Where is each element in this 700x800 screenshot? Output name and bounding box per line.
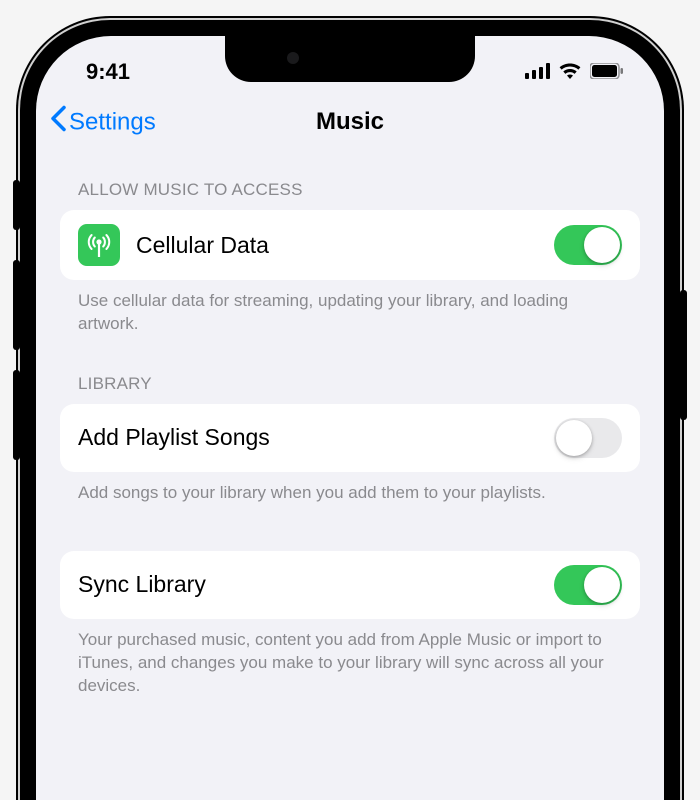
cellular-data-row[interactable]: Cellular Data [60, 210, 640, 280]
add-playlist-songs-toggle[interactable] [554, 418, 622, 458]
phone-side-button [13, 260, 20, 350]
section-footer-add-playlist: Add songs to your library when you add t… [60, 472, 640, 529]
nav-bar: Settings Music [36, 94, 664, 150]
notch [225, 36, 475, 82]
add-playlist-songs-label: Add Playlist Songs [78, 424, 554, 451]
sync-library-label: Sync Library [78, 571, 554, 598]
section-footer-sync-library: Your purchased music, content you add fr… [60, 619, 640, 722]
back-label: Settings [69, 108, 156, 136]
section-footer-access: Use cellular data for streaming, updatin… [60, 280, 640, 360]
section-header-library: LIBRARY [60, 360, 640, 404]
section-header-access: ALLOW MUSIC TO ACCESS [60, 166, 640, 210]
cellular-signal-icon [525, 59, 550, 85]
status-time: 9:41 [86, 59, 130, 85]
battery-icon [590, 59, 624, 85]
chevron-left-icon [50, 106, 67, 139]
phone-side-button [680, 290, 687, 420]
phone-side-button [13, 370, 20, 460]
add-playlist-songs-row[interactable]: Add Playlist Songs [60, 404, 640, 472]
phone-frame: 9:41 Set [20, 20, 680, 800]
cellular-data-label: Cellular Data [136, 232, 554, 259]
back-button[interactable]: Settings [50, 106, 156, 139]
page-title: Music [316, 108, 384, 136]
cellular-antenna-icon [78, 224, 120, 266]
cellular-data-toggle[interactable] [554, 225, 622, 265]
sync-library-row[interactable]: Sync Library [60, 551, 640, 619]
wifi-icon [558, 59, 582, 85]
phone-side-button [13, 180, 20, 230]
screen: 9:41 Set [36, 36, 664, 800]
sync-library-toggle[interactable] [554, 565, 622, 605]
